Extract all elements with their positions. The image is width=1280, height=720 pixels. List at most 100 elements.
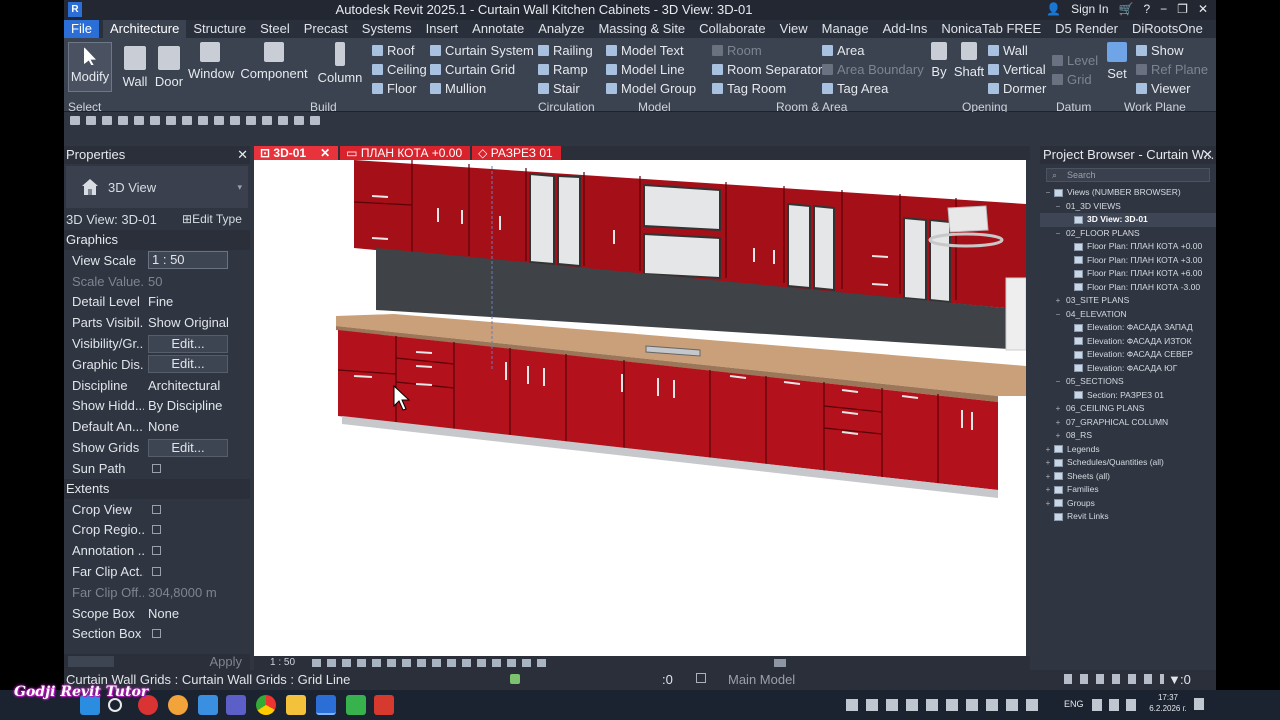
model-text-button[interactable]: Model Text xyxy=(606,41,696,60)
properties-sort-icons[interactable] xyxy=(68,656,114,667)
tag-room-button[interactable]: Tag Room xyxy=(712,79,822,98)
tab-close-icon[interactable]: ✕ xyxy=(320,146,330,160)
ribbon-tab-precast[interactable]: Precast xyxy=(297,20,355,38)
property-value[interactable]: Show Original xyxy=(148,315,229,330)
ref-plane-button[interactable]: Ref Plane xyxy=(1136,60,1208,79)
window-button[interactable]: Window xyxy=(188,42,234,81)
area-button[interactable]: Area xyxy=(822,41,924,60)
design-option-selector[interactable]: Main Model xyxy=(728,672,795,687)
property-edit-button[interactable]: Edit... xyxy=(148,355,228,374)
mullion-button[interactable]: Mullion xyxy=(430,79,534,98)
cart-icon[interactable]: 🛒 xyxy=(1119,2,1134,16)
property-checkbox[interactable] xyxy=(152,546,161,556)
collapse-icon[interactable]: − xyxy=(1054,200,1062,214)
stair-button[interactable]: Stair xyxy=(538,79,593,98)
viewer-button[interactable]: Viewer xyxy=(1136,79,1208,98)
browser-tree-item[interactable]: −04_ELEVATION xyxy=(1040,308,1216,322)
property-checkbox[interactable] xyxy=(152,525,161,535)
browser-tree-item[interactable]: + Legends xyxy=(1040,443,1216,457)
browser-tree-item[interactable]: Floor Plan: ПЛАН КОТА -3.00 xyxy=(1040,281,1216,295)
model-line-button[interactable]: Model Line xyxy=(606,60,696,79)
3d-view-canvas[interactable] xyxy=(254,160,1026,656)
dormer-button[interactable]: Dormer xyxy=(988,79,1046,98)
browser-tree-item[interactable]: + Sheets (all) xyxy=(1040,470,1216,484)
undo-icon[interactable] xyxy=(118,115,128,125)
browser-tree-item[interactable]: +03_SITE PLANS xyxy=(1040,294,1216,308)
help-button[interactable]: ? xyxy=(1143,2,1150,16)
browser-tree-item[interactable]: Elevation: ФАСАДА ИЗТОК xyxy=(1040,335,1216,349)
browser-tree-item[interactable]: Elevation: ФАСАДА ЮГ xyxy=(1040,362,1216,376)
ribbon-tab-add-ins[interactable]: Add-Ins xyxy=(876,20,935,38)
firefox-icon[interactable] xyxy=(168,695,188,715)
project-browser-close-icon[interactable]: ✕ xyxy=(1202,146,1213,164)
browser-tree-item[interactable]: Floor Plan: ПЛАН КОТА +0.00 xyxy=(1040,240,1216,254)
graphics-section-header[interactable]: Graphics xyxy=(64,230,250,250)
browser-tree-item[interactable]: Elevation: ФАСАДА СЕВЕР xyxy=(1040,348,1216,362)
file-explorer-icon[interactable] xyxy=(286,695,306,715)
recorder-icon[interactable] xyxy=(374,695,394,715)
browser-tree-item[interactable]: Section: РАЗРЕЗ 01 xyxy=(1040,389,1216,403)
shaft-button[interactable]: Shaft xyxy=(952,42,986,79)
room-button[interactable]: Room xyxy=(712,41,822,60)
ribbon-tab-insert[interactable]: Insert xyxy=(419,20,466,38)
view-instance-selector[interactable]: 3D View: 3D-01 xyxy=(64,212,182,227)
restore-button[interactable]: ❐ xyxy=(1177,2,1188,16)
browser-tree-item[interactable]: Elevation: ФАСАДА ЗАПАД xyxy=(1040,321,1216,335)
collapse-icon[interactable]: − xyxy=(1054,308,1062,322)
column-button[interactable]: Column xyxy=(316,42,364,85)
opening-by-face-button[interactable]: By xyxy=(928,42,950,79)
tab-section[interactable]: ◇ РАЗРЕЗ 01 xyxy=(472,146,561,160)
network-volume-battery-icons[interactable] xyxy=(1092,699,1142,711)
ribbon-tab-steel[interactable]: Steel xyxy=(253,20,297,38)
ceiling-button[interactable]: Ceiling xyxy=(372,60,427,79)
property-value[interactable]: Architectural xyxy=(148,378,220,393)
grid-button[interactable]: Grid xyxy=(1052,70,1098,89)
door-button[interactable]: Door xyxy=(154,46,184,89)
curtain-grid-button[interactable]: Curtain Grid xyxy=(430,60,534,79)
system-tray-icons[interactable] xyxy=(846,699,1046,711)
property-input[interactable]: 1 : 50 xyxy=(148,251,228,270)
curtain-system-button[interactable]: Curtain System xyxy=(430,41,534,60)
collapse-icon[interactable]: − xyxy=(1044,186,1052,200)
selection-filter-icons[interactable] xyxy=(1064,674,1164,684)
ribbon-tab-massing-site[interactable]: Massing & Site xyxy=(591,20,692,38)
design-options-icon[interactable] xyxy=(696,673,706,683)
expand-icon[interactable]: + xyxy=(1044,497,1052,511)
close-button[interactable]: ✕ xyxy=(1198,2,1208,16)
property-value[interactable]: None xyxy=(148,606,179,621)
ribbon-tab-architecture[interactable]: Architecture xyxy=(102,20,187,38)
teams-icon[interactable] xyxy=(226,695,246,715)
thin-lines-icon[interactable] xyxy=(262,115,272,125)
switch-windows-icon[interactable] xyxy=(294,115,304,125)
properties-close-icon[interactable]: ✕ xyxy=(237,146,248,164)
model-group-button[interactable]: Model Group xyxy=(606,79,696,98)
chrome-icon[interactable] xyxy=(256,695,276,715)
collapse-icon[interactable]: − xyxy=(1054,227,1062,241)
close-hidden-icon[interactable] xyxy=(278,115,288,125)
print-icon[interactable] xyxy=(150,115,160,125)
area-boundary-button[interactable]: Area Boundary xyxy=(822,60,924,79)
ribbon-tab-d5-render[interactable]: D5 Render xyxy=(1048,20,1125,38)
ribbon-tab-collaborate[interactable]: Collaborate xyxy=(692,20,773,38)
component-button[interactable]: Component xyxy=(238,42,310,81)
collapse-icon[interactable]: − xyxy=(1054,375,1062,389)
ribbon-tab-nonicatab-free[interactable]: NonicaTab FREE xyxy=(934,20,1048,38)
browser-tree-item[interactable]: Floor Plan: ПЛАН КОТА +6.00 xyxy=(1040,267,1216,281)
minimize-button[interactable]: − xyxy=(1160,2,1167,16)
browser-tree-item[interactable]: −01_3D VIEWS xyxy=(1040,200,1216,214)
section-icon[interactable] xyxy=(246,115,256,125)
calculator-icon[interactable] xyxy=(198,695,218,715)
property-checkbox[interactable] xyxy=(152,463,161,473)
roof-button[interactable]: Roof xyxy=(372,41,427,60)
modify-button[interactable]: Modify xyxy=(68,42,112,92)
save-icon[interactable] xyxy=(86,115,96,125)
expand-icon[interactable]: + xyxy=(1054,429,1062,443)
browser-tree-item[interactable]: −02_FLOOR PLANS xyxy=(1040,227,1216,241)
ribbon-tab-view[interactable]: View xyxy=(773,20,815,38)
browser-tree-item[interactable]: + Families xyxy=(1040,483,1216,497)
browser-tree-item[interactable]: + Groups xyxy=(1040,497,1216,511)
property-value[interactable]: By Discipline xyxy=(148,398,222,413)
type-selector[interactable]: 3D View ▾ xyxy=(66,166,248,208)
property-value[interactable]: None xyxy=(148,419,179,434)
wall-button[interactable]: Wall xyxy=(120,46,150,89)
